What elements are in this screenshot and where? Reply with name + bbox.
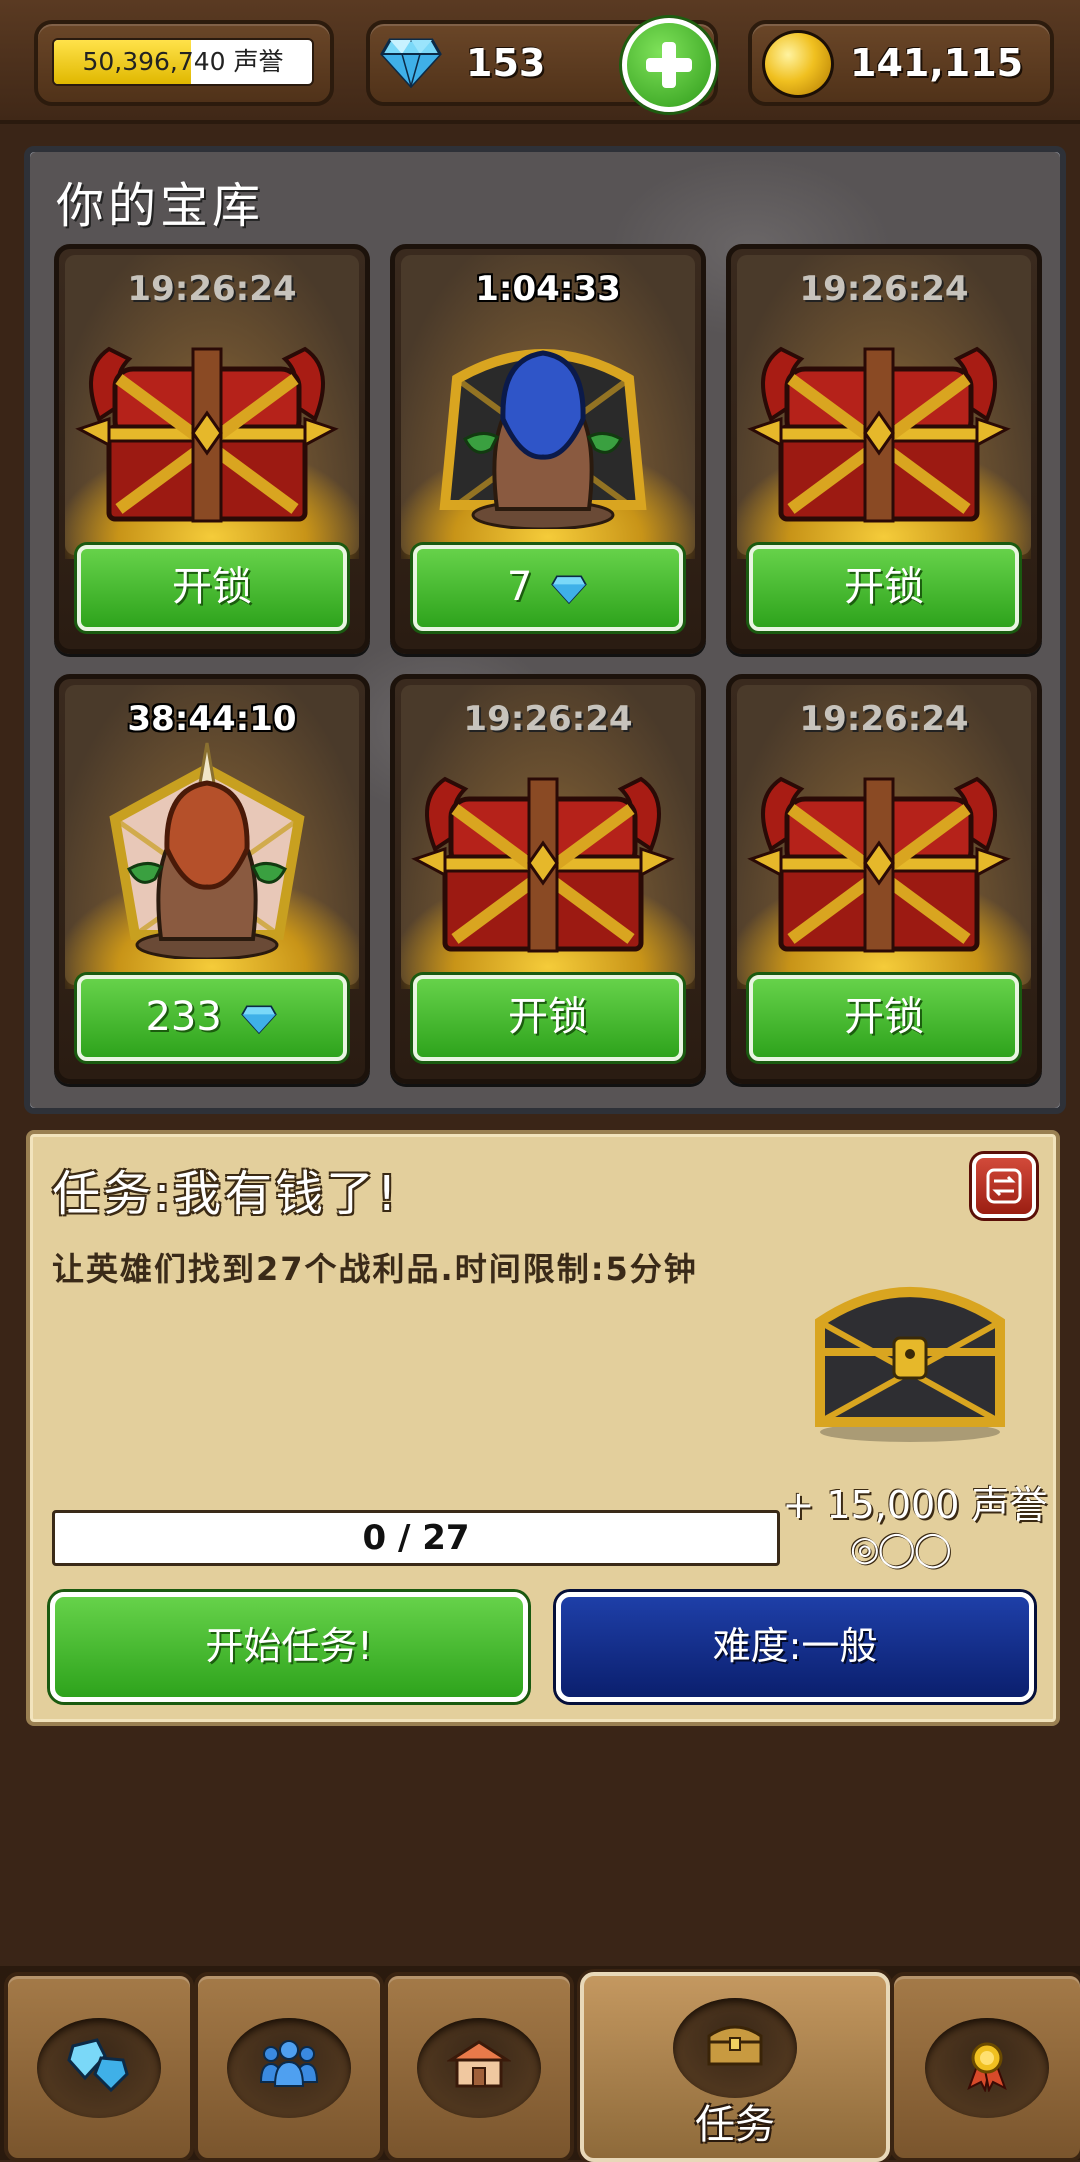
horned-red-chest-icon (411, 776, 675, 953)
chest-slot-6[interactable]: 19:26:24 开锁 (726, 674, 1042, 1084)
chest-timer: 1:04:33 (475, 269, 621, 309)
chest-slot-5[interactable]: 19:26:24 开锁 (390, 674, 706, 1084)
treasure-chest-icon (707, 2025, 763, 2066)
reputation-panel[interactable]: 50,396,740 声誉 (34, 20, 334, 106)
gem-unlock-button[interactable]: 7 (413, 545, 683, 631)
gem-unlock-button[interactable]: 233 (77, 975, 347, 1061)
diamond-icon (380, 38, 442, 88)
gem-count: 153 (466, 41, 546, 85)
gems-panel[interactable]: 153 (366, 18, 718, 112)
quest-panel: 任务:我有钱了! 让英雄们找到27个战利品.时间限制:5分钟 + 15,000 … (26, 1130, 1060, 1726)
reputation-value: 50,396,740 声誉 (82, 47, 284, 76)
chest-timer: 19:26:24 (799, 699, 969, 739)
vault-panel: 你的宝库 19:26:24 开锁 1:04:33 7 19:26:24 开锁 3… (24, 146, 1066, 1114)
goblin-blue-hood-chest-icon (439, 349, 647, 529)
diamond-icon (551, 575, 587, 604)
chest-slot-2[interactable]: 1:04:33 7 (390, 244, 706, 654)
horned-red-chest-icon (75, 346, 339, 523)
gold-panel[interactable]: 141,115 (748, 20, 1054, 106)
buy-gems-plus-button[interactable] (622, 18, 716, 112)
chest-timer: 19:26:24 (799, 269, 969, 309)
gold-coin-icon (762, 30, 834, 98)
horned-red-chest-icon (747, 346, 1011, 523)
heroes-icon (259, 2040, 319, 2087)
quest-title: 任务:我有钱了! (52, 1166, 400, 1222)
bottom-nav: 任务 (0, 1966, 1080, 2162)
unlock-button[interactable]: 开锁 (413, 975, 683, 1061)
gold-count: 141,115 (850, 41, 1024, 85)
goblin-orange-hood-chest-icon (109, 742, 305, 959)
gems-icon (67, 2038, 129, 2092)
nav-buildings[interactable] (384, 1972, 574, 2162)
quest-progress-bar: 0 / 27 (52, 1510, 780, 1566)
nav-achievements[interactable] (890, 1972, 1080, 2162)
reward-chest-icon (815, 1287, 1005, 1442)
swap-quest-button[interactable] (972, 1154, 1036, 1218)
buildings-icon (447, 2040, 511, 2088)
start-quest-button[interactable]: 开始任务! (50, 1592, 528, 1702)
reputation-progress-bar: 50,396,740 声誉 (52, 38, 314, 86)
nav-quests-label: 任务 (695, 2102, 775, 2148)
difficulty-button[interactable]: 难度:一般 (556, 1592, 1034, 1702)
chest-slot-1[interactable]: 19:26:24 开锁 (54, 244, 370, 654)
nav-quests[interactable]: 任务 (580, 1972, 890, 2162)
difficulty-rating: ◎◯◯ (850, 1529, 952, 1569)
chest-slot-4[interactable]: 38:44:10 233 (54, 674, 370, 1084)
nav-gems[interactable] (4, 1972, 194, 2162)
quest-reward: + 15,000 声誉 (782, 1483, 1048, 1527)
chest-timer: 19:26:24 (463, 699, 633, 739)
chest-slot-3[interactable]: 19:26:24 开锁 (726, 244, 1042, 654)
swap-arrows-icon (986, 1168, 1022, 1204)
quest-description: 让英雄们找到27个战利品.时间限制:5分钟 (52, 1250, 698, 1288)
unlock-button[interactable]: 开锁 (749, 975, 1019, 1061)
medal-icon (967, 2042, 1007, 2092)
vault-title: 你的宝库 (56, 178, 265, 234)
chest-timer: 19:26:24 (127, 269, 297, 309)
nav-heroes[interactable] (194, 1972, 384, 2162)
unlock-button[interactable]: 开锁 (749, 545, 1019, 631)
chest-timer: 38:44:10 (127, 699, 297, 739)
diamond-icon (240, 1005, 277, 1034)
horned-red-chest-icon (747, 776, 1011, 953)
top-resource-bar: 50,396,740 声誉 153 141,115 (0, 0, 1080, 124)
unlock-button[interactable]: 开锁 (77, 545, 347, 631)
